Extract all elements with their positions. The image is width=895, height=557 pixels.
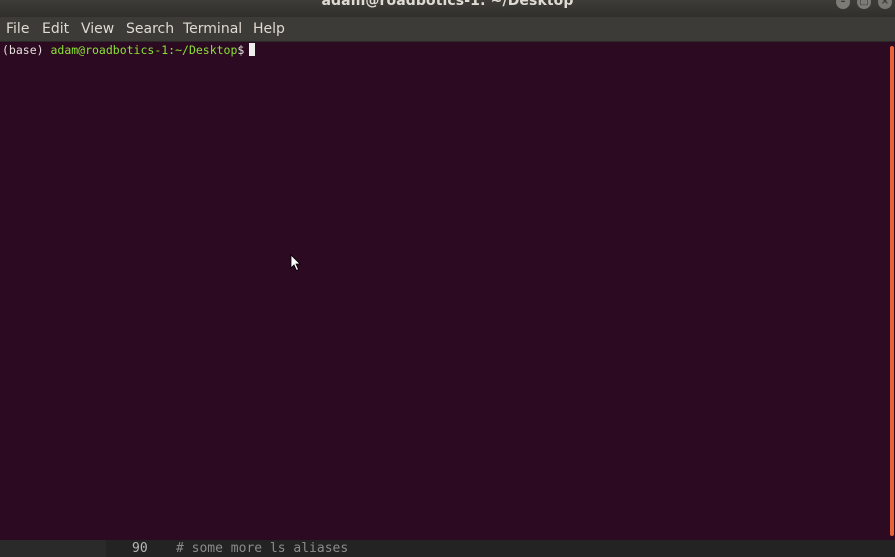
- mouse-pointer-icon: [290, 254, 301, 272]
- window-title: adam@roadbotics-1: ~/Desktop: [321, 0, 574, 9]
- terminal-window: adam@roadbotics-1: ~/Desktop – □ × File …: [0, 0, 895, 557]
- shell-prompt: (base) adam@roadbotics-1:~/Desktop$: [2, 43, 256, 58]
- editor-line-text: # some more ls aliases: [176, 541, 349, 556]
- menu-terminal[interactable]: Terminal: [183, 20, 242, 38]
- menu-search[interactable]: Search: [126, 20, 174, 38]
- menubar: File Edit View Search Terminal Help: [0, 17, 895, 42]
- prompt-symbol: $: [237, 43, 245, 57]
- conda-env-label: (base): [2, 43, 51, 57]
- prompt-user-host-path: adam@roadbotics-1:~/Desktop: [50, 43, 238, 57]
- menu-edit[interactable]: Edit: [42, 20, 69, 38]
- terminal-output-area[interactable]: (base) adam@roadbotics-1:~/Desktop$: [0, 42, 883, 540]
- menu-help[interactable]: Help: [253, 20, 285, 38]
- editor-strip: 90 # some more ls aliases: [0, 540, 895, 557]
- editor-gutter: [0, 540, 106, 557]
- menu-view[interactable]: View: [81, 20, 114, 38]
- scrollbar-thumb[interactable]: [890, 46, 894, 536]
- window-titlebar[interactable]: adam@roadbotics-1: ~/Desktop – □ ×: [0, 0, 895, 17]
- editor-line-number: 90: [132, 541, 148, 556]
- menu-file[interactable]: File: [6, 20, 29, 38]
- text-cursor: [249, 43, 256, 56]
- terminal-scrollbar[interactable]: [883, 42, 895, 540]
